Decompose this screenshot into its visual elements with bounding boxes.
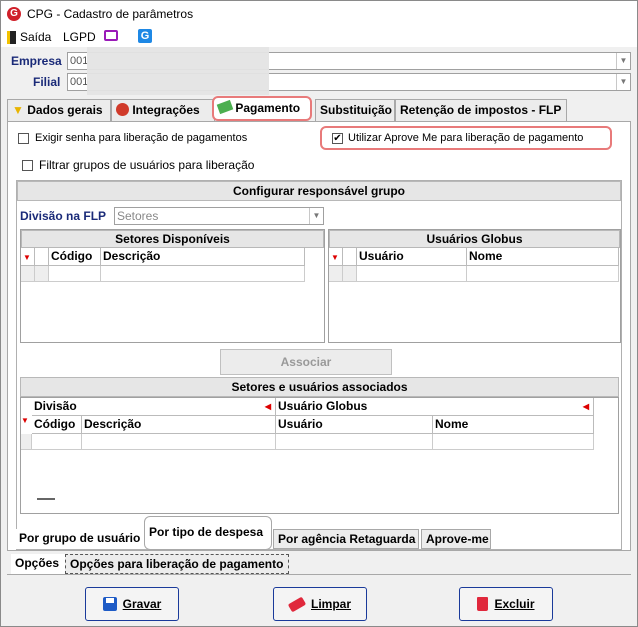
scroll-indicator <box>37 498 55 500</box>
main-window: G CPG - Cadastro de parâmetros Saída LGP… <box>0 0 638 627</box>
integration-icon <box>116 103 129 116</box>
tab-aprove-me[interactable]: Aprove-me <box>421 529 491 549</box>
eraser-icon <box>287 596 307 612</box>
filter-icon: ▼ <box>12 103 24 117</box>
title-bar: G CPG - Cadastro de parâmetros <box>1 1 637 27</box>
group-divisao[interactable]: Divisão ◀ <box>32 398 276 416</box>
tab-por-grupo-usuario[interactable]: Por grupo de usuário <box>15 529 143 549</box>
group-usuario-label: Usuário Globus <box>278 399 368 413</box>
checkbox-box[interactable]: ✔ <box>332 132 343 144</box>
tab-label: Dados gerais <box>27 103 103 117</box>
save-label: Gravar <box>122 597 162 611</box>
window-title: CPG - Cadastro de parâmetros <box>27 7 194 21</box>
chevron-down-icon[interactable]: ▼ <box>309 208 323 224</box>
divisao-select[interactable]: Setores ▼ <box>114 207 324 225</box>
sort-indicator-icon: ▼ <box>21 248 35 266</box>
tab-opcoes[interactable]: Opções <box>11 554 65 574</box>
col-descricao[interactable]: Descrição <box>82 416 276 434</box>
sort-indicator-icon: ▼ <box>329 248 343 266</box>
col-nome[interactable]: Nome <box>467 248 619 266</box>
exit-menu-item[interactable]: Saída <box>7 30 51 44</box>
associados-title: Setores e usuários associados <box>20 377 619 397</box>
tab-pagamento[interactable]: Pagamento <box>212 96 312 121</box>
associar-button[interactable]: Associar <box>220 349 392 375</box>
aprove-me-checkbox[interactable]: ✔ Utilizar Aprove Me para liberação de p… <box>320 126 612 150</box>
table-row[interactable] <box>21 434 594 450</box>
app-logo-icon: G <box>7 7 21 21</box>
table-row[interactable] <box>21 266 324 282</box>
grid-spacer <box>343 248 357 266</box>
empresa-label: Empresa <box>11 54 62 68</box>
floppy-disk-icon <box>102 597 117 611</box>
collapse-left-icon[interactable]: ◀ <box>265 398 271 415</box>
tab-retencao-impostos[interactable]: Retenção de impostos - FLP <box>395 99 567 121</box>
sort-indicator-icon: ▼ <box>21 416 29 425</box>
group-usuario-globus[interactable]: Usuário Globus ◀ <box>276 398 594 416</box>
clear-label: Limpar <box>310 597 351 611</box>
tab-por-tipo-despesa[interactable]: Por tipo de despesa <box>144 516 272 550</box>
col-codigo[interactable]: Código <box>32 416 82 434</box>
checkbox-box[interactable] <box>22 159 33 171</box>
table-row[interactable] <box>329 266 620 282</box>
clear-button[interactable]: Limpar <box>273 587 367 621</box>
col-usuario[interactable]: Usuário <box>276 416 433 434</box>
redacted-overlay <box>87 47 269 95</box>
usuarios-title: Usuários Globus <box>329 230 620 248</box>
money-icon <box>216 99 234 115</box>
col-codigo[interactable]: Código <box>49 248 101 266</box>
filtrar-grupos-label: Filtrar grupos de usuários para liberaçã… <box>39 158 255 172</box>
configurar-title: Configurar responsável grupo <box>17 181 621 201</box>
filtrar-grupos-checkbox[interactable]: Filtrar grupos de usuários para liberaçã… <box>22 158 254 172</box>
tab-integracoes[interactable]: Integrações <box>111 99 215 121</box>
tab-label: Pagamento <box>235 101 301 115</box>
usuarios-grid: Usuários Globus ▼ Usuário Nome <box>328 229 621 343</box>
tab-opcoes-liberacao[interactable]: Opções para liberação de pagamento <box>65 554 289 574</box>
empresa-value: 001 <box>70 55 89 67</box>
aprove-me-label: Utilizar Aprove Me para liberação de pag… <box>348 132 584 144</box>
trash-icon <box>477 597 489 611</box>
tab-dados-gerais[interactable]: ▼ Dados gerais <box>7 99 111 121</box>
setores-grid: Setores Disponíveis ▼ Código Descrição <box>20 229 325 343</box>
collapse-left-icon[interactable]: ◀ <box>583 398 589 415</box>
exit-label: Saída <box>20 30 52 44</box>
chevron-down-icon[interactable]: ▼ <box>616 74 630 90</box>
exigir-senha-label: Exigir senha para liberação de pagamento… <box>35 132 248 144</box>
grid-spacer <box>35 248 49 266</box>
setores-title: Setores Disponíveis <box>21 230 324 248</box>
col-nome[interactable]: Nome <box>433 416 594 434</box>
monitor-icon[interactable] <box>104 30 118 41</box>
globus-icon[interactable]: G <box>138 29 152 43</box>
chevron-down-icon[interactable]: ▼ <box>616 53 630 69</box>
col-usuario[interactable]: Usuário <box>357 248 467 266</box>
divisao-value: Setores <box>117 209 159 223</box>
save-button[interactable]: Gravar <box>85 587 179 621</box>
checkbox-box[interactable] <box>18 132 29 144</box>
filial-value: 001 <box>70 76 89 88</box>
col-descricao[interactable]: Descrição <box>101 248 305 266</box>
configurar-groupbox: Configurar responsável grupo Divisão na … <box>16 180 622 550</box>
exit-door-icon <box>7 30 16 44</box>
tab-substituicao[interactable]: Substituição <box>315 99 395 121</box>
divisao-label: Divisão na FLP <box>20 209 107 223</box>
delete-label: Excluir <box>494 597 535 611</box>
group-divisao-label: Divisão <box>34 399 77 413</box>
divider <box>7 574 631 575</box>
pagamento-panel: Exigir senha para liberação de pagamento… <box>7 121 631 551</box>
exigir-senha-checkbox[interactable]: Exigir senha para liberação de pagamento… <box>18 132 247 144</box>
associados-grid: ▼ Divisão ◀ Usuário Globus ◀ Código Desc… <box>20 397 619 514</box>
lgpd-menu-item[interactable]: LGPD <box>63 30 96 44</box>
tab-por-agencia-retaguarda[interactable]: Por agência Retaguarda <box>273 529 419 549</box>
filial-label: Filial <box>33 75 61 89</box>
delete-button[interactable]: Excluir <box>459 587 553 621</box>
menu-bar: Saída LGPD G <box>1 27 637 47</box>
tab-label: Integrações <box>132 103 200 117</box>
